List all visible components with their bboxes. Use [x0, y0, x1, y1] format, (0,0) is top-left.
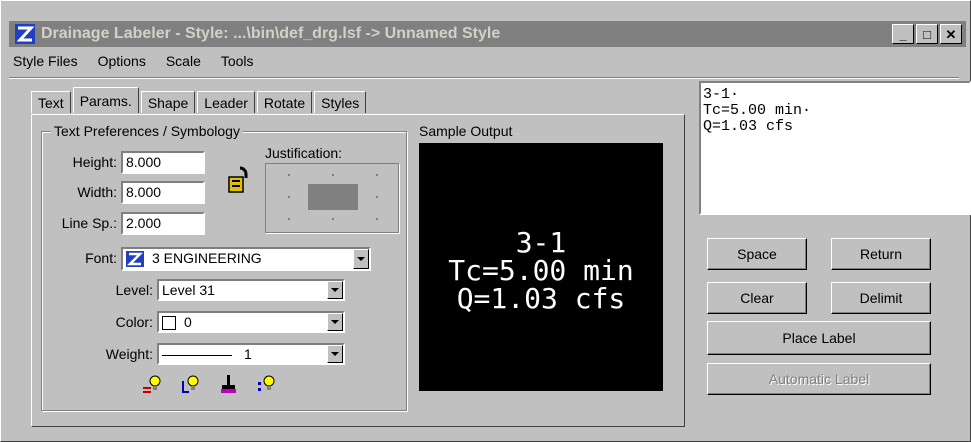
sample-line-1: 3-1 — [515, 226, 567, 259]
line-spacing-input[interactable]: 2.000 — [121, 212, 205, 235]
label-text-editor[interactable]: 3-1· Tc=5.00 min· Q=1.03 cfs — [699, 81, 971, 215]
highlight-bulb-icon[interactable] — [141, 373, 163, 395]
tab-strip: Text Params. Shape Leader Rotate Styles — [31, 87, 368, 115]
chevron-down-icon[interactable] — [327, 345, 343, 363]
tab-text[interactable]: Text — [31, 91, 71, 113]
width-label: Width: — [77, 184, 117, 200]
sample-line-2: Tc=5.00 min — [448, 254, 634, 287]
space-button[interactable]: Space — [707, 238, 807, 270]
justification-grid[interactable] — [265, 163, 399, 233]
maximize-button[interactable]: □ — [916, 24, 938, 44]
color-select[interactable]: 0 — [157, 311, 345, 333]
menu-options[interactable]: Options — [98, 53, 146, 73]
font-value: 3 ENGINEERING — [152, 250, 262, 266]
font-type-icon — [126, 251, 144, 267]
color-swatch — [162, 316, 176, 331]
clear-button[interactable]: Clear — [707, 282, 807, 314]
height-input[interactable]: 8.000 — [121, 151, 205, 174]
menu-style-files[interactable]: Style Files — [13, 53, 78, 73]
minimize-button[interactable]: _ — [892, 24, 914, 44]
automatic-label-button[interactable]: Automatic Label — [707, 363, 931, 395]
lock-icon[interactable] — [227, 164, 253, 194]
color-value: 0 — [184, 314, 192, 330]
tab-leader[interactable]: Leader — [197, 91, 255, 113]
editor-line-3: Q=1.03 cfs — [703, 118, 794, 135]
title-bar[interactable]: Drainage Labeler - Style: ...\bin\def_dr… — [9, 21, 966, 47]
tab-shape[interactable]: Shape — [140, 91, 196, 113]
sample-output-preview: 3-1 Tc=5.00 min Q=1.03 cfs — [419, 143, 663, 391]
editor-line-1: 3-1· — [703, 86, 740, 103]
font-label: Font: — [85, 250, 117, 266]
justification-center-selected[interactable] — [308, 184, 358, 210]
justification-label: Justification: — [265, 145, 343, 161]
sample-output-title: Sample Output — [419, 123, 513, 139]
menu-bar: Style Files Options Scale Tools — [13, 53, 254, 73]
weight-line — [162, 354, 232, 356]
return-button[interactable]: Return — [831, 238, 931, 270]
app-logo-icon — [15, 24, 35, 44]
place-label-button[interactable]: Place Label — [707, 321, 931, 355]
line-spacing-label: Line Sp.: — [61, 215, 117, 231]
chevron-down-icon[interactable] — [353, 249, 369, 269]
menu-scale[interactable]: Scale — [166, 53, 201, 73]
height-label: Height: — [72, 154, 117, 170]
weight-label: Weight: — [105, 346, 153, 362]
dots-bulb-icon[interactable] — [255, 373, 277, 395]
tab-rotate[interactable]: Rotate — [256, 91, 313, 113]
delimit-button[interactable]: Delimit — [831, 282, 931, 314]
font-select[interactable]: 3 ENGINEERING — [121, 247, 371, 271]
window-title: Drainage Labeler - Style: ...\bin\def_dr… — [41, 25, 501, 42]
color-label: Color: — [115, 314, 153, 330]
leader-bulb-icon[interactable] — [179, 373, 201, 395]
level-select[interactable]: Level 31 — [157, 279, 345, 301]
chevron-down-icon[interactable] — [327, 313, 343, 331]
tab-styles[interactable]: Styles — [314, 91, 367, 113]
close-button[interactable]: ✕ — [940, 24, 962, 44]
group-title: Text Preferences / Symbology — [51, 123, 243, 139]
level-label: Level: — [115, 282, 153, 298]
sample-line-3: Q=1.03 cfs — [456, 282, 626, 315]
menu-separator — [9, 77, 959, 79]
editor-line-2: Tc=5.00 min· — [703, 102, 812, 119]
chevron-down-icon[interactable] — [327, 281, 343, 299]
drainage-labeler-window: Drainage Labeler - Style: ...\bin\def_dr… — [0, 0, 971, 442]
tab-params[interactable]: Params. — [72, 87, 139, 113]
paintbrush-icon[interactable] — [217, 373, 239, 395]
level-value: Level 31 — [162, 282, 215, 298]
weight-value: 1 — [244, 346, 252, 362]
weight-select[interactable]: 1 — [157, 343, 345, 365]
menu-tools[interactable]: Tools — [221, 53, 254, 73]
width-input[interactable]: 8.000 — [121, 181, 205, 204]
